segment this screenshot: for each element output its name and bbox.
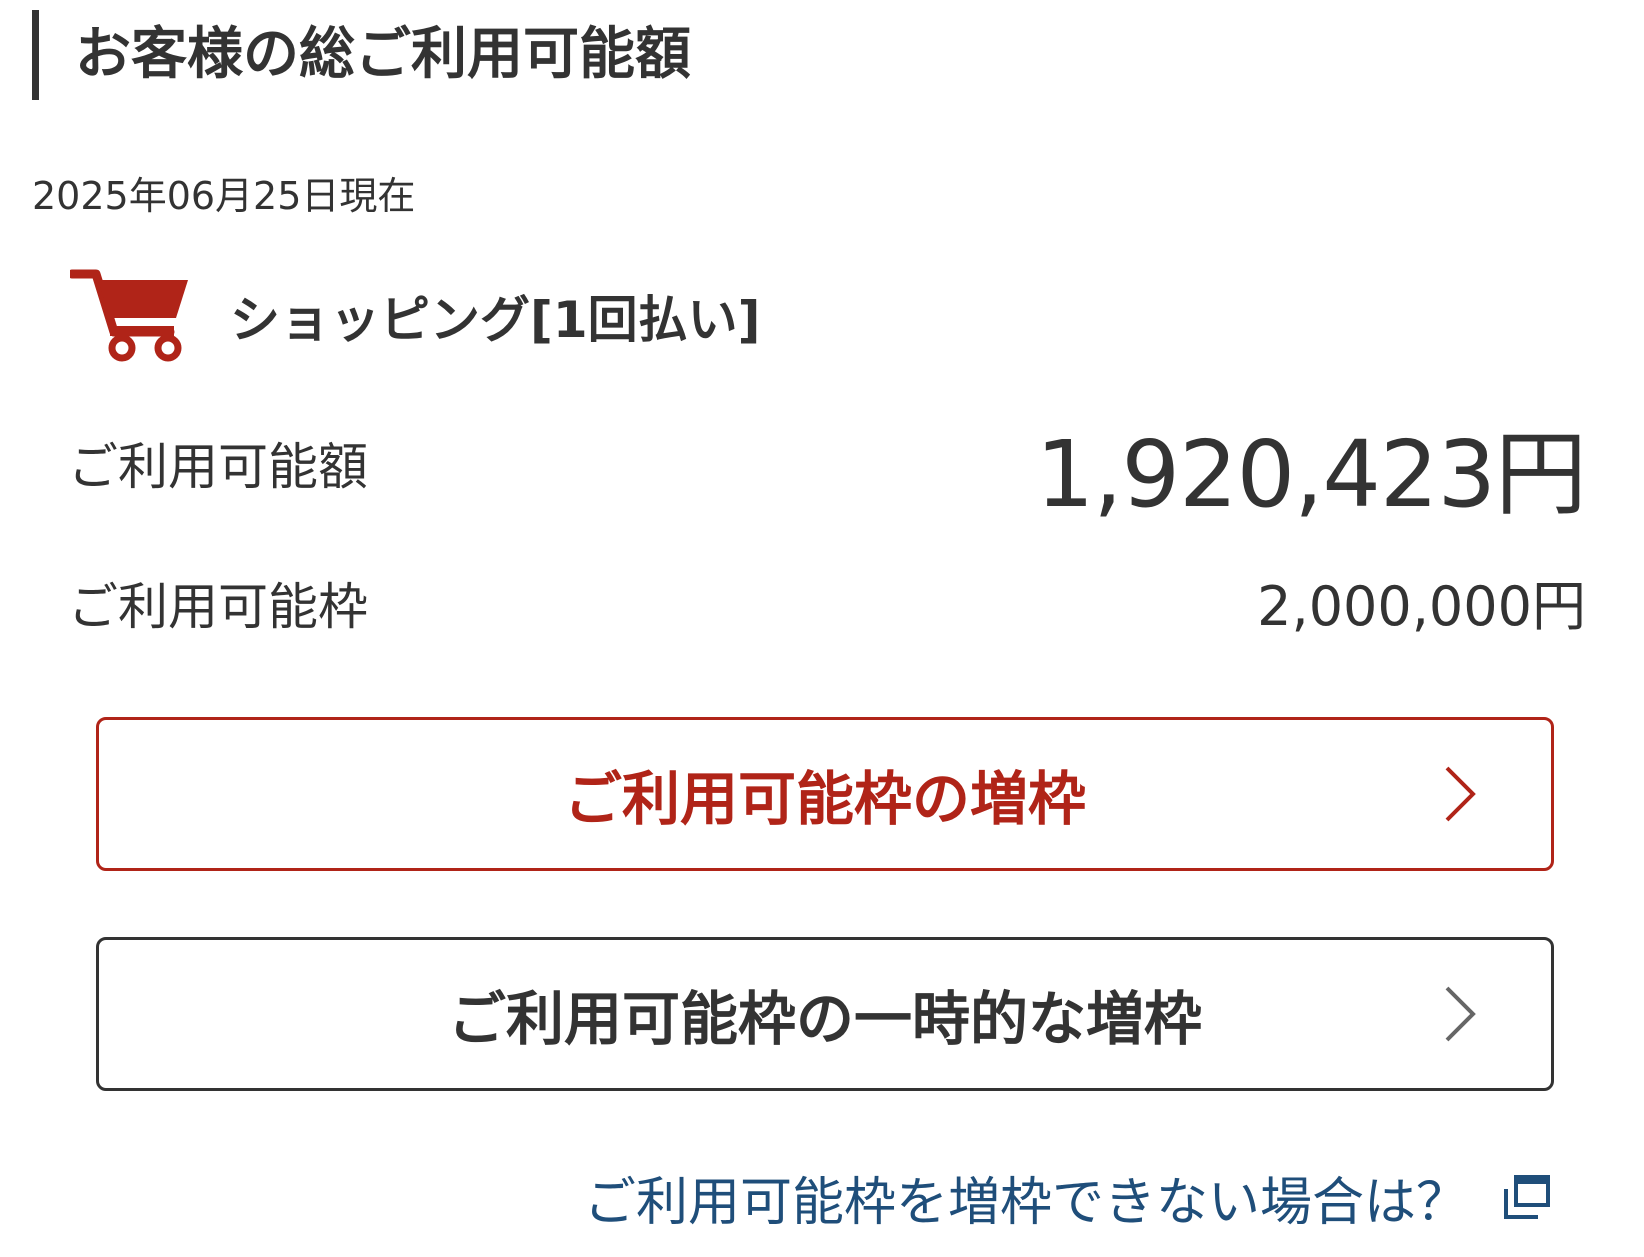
shopping-cart-icon	[70, 269, 188, 362]
credit-limit-value: 2,000,000円	[1257, 575, 1586, 638]
as-of-date: 2025年06月25日現在	[32, 174, 416, 218]
available-amount-label: ご利用可能額	[68, 438, 368, 496]
shopping-category: ショッピング[1回払い]	[70, 268, 761, 364]
help-link-label: ご利用可能枠を増枠できない場合は？	[583, 1173, 1468, 1233]
increase-limit-button[interactable]: ご利用可能枠の増枠	[96, 717, 1554, 871]
credit-limit-label: ご利用可能枠	[68, 578, 368, 636]
shopping-category-label: ショッピング[1回払い]	[230, 291, 761, 349]
temporary-increase-button[interactable]: ご利用可能枠の一時的な増枠	[96, 937, 1554, 1091]
increase-limit-button-label: ご利用可能枠の増枠	[563, 765, 1086, 833]
cannot-increase-help-link[interactable]: ご利用可能枠を増枠できない場合は？	[584, 1160, 1552, 1235]
external-link-icon	[1504, 1174, 1550, 1219]
temporary-increase-button-label: ご利用可能枠の一時的な増枠	[447, 985, 1202, 1053]
section-title: お客様の総ご利用可能額	[32, 10, 691, 100]
chevron-right-icon	[1445, 986, 1476, 1042]
available-amount-value: 1,920,423円	[1035, 421, 1587, 528]
chevron-right-icon	[1445, 766, 1476, 822]
